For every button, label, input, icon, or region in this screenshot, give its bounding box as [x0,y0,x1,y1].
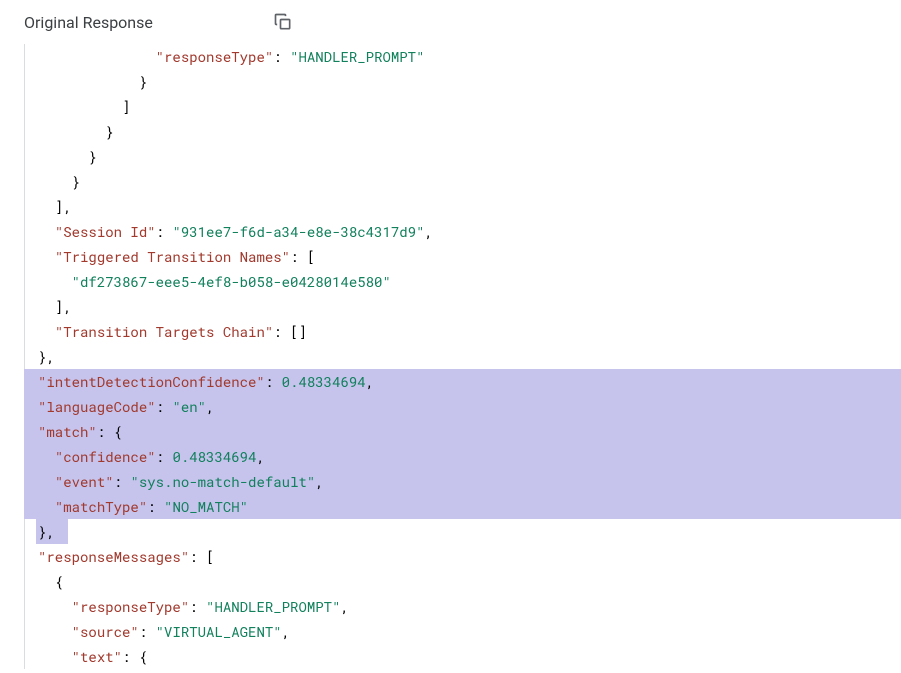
json-key: "source" [72,622,139,641]
json-string: "df273867-eee5-4ef8-b058-e0428014e580" [72,272,391,291]
panel-title: Original Response [24,13,153,32]
json-key: "confidence" [55,447,156,466]
json-key: "responseType" [156,47,274,66]
json-string: "VIRTUAL_AGENT" [156,622,282,641]
json-string: "sys.no-match-default" [130,472,315,491]
json-string: "HANDLER_PROMPT" [206,597,340,616]
json-key: "responseMessages" [38,547,189,566]
json-key: "Session Id" [55,222,156,241]
json-string: "NO_MATCH" [164,497,248,516]
json-key: "languageCode" [38,397,156,416]
json-string: "931ee7-f6d-a34-e8e-38c4317d9" [172,222,424,241]
json-key: "text" [72,647,122,666]
json-key: "responseType" [72,597,190,616]
json-key: "intentDetectionConfidence" [38,372,265,391]
panel-header: Original Response [0,0,901,44]
json-key: "Triggered Transition Names" [55,247,290,266]
code-content: "responseType": "HANDLER_PROMPT" } ] } }… [0,44,901,669]
json-string: "en" [172,397,206,416]
json-key: "event" [55,472,114,491]
json-key: "Transition Targets Chain" [55,322,273,341]
json-key: "matchType" [55,497,147,516]
json-number: 0.48334694 [172,447,256,466]
json-string: "HANDLER_PROMPT" [290,47,424,66]
json-key: "match" [38,422,97,441]
json-number: 0.48334694 [282,372,366,391]
json-code[interactable]: "responseType": "HANDLER_PROMPT" } ] } }… [24,44,901,669]
copy-icon[interactable] [273,12,293,32]
